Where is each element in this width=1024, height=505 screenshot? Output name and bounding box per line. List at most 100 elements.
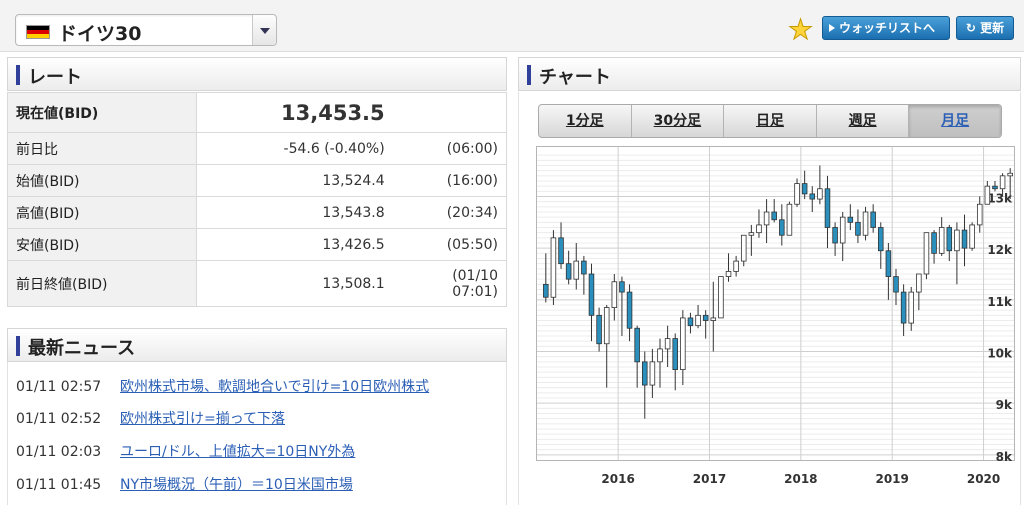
candle-body bbox=[687, 317, 694, 327]
candle-body bbox=[611, 281, 618, 308]
candle-body bbox=[908, 291, 914, 324]
candle-body bbox=[786, 203, 793, 236]
list-item: 01/11 02:03 ユーロ/ドル、上値拡大=10日NY外為 bbox=[16, 441, 355, 461]
rate-time: (01/10 07:01) bbox=[392, 260, 507, 307]
candle-body bbox=[619, 281, 625, 293]
news-link[interactable]: ユーロ/ドル、上値拡大=10日NY外為 bbox=[120, 444, 355, 460]
candle-body bbox=[832, 227, 838, 244]
rate-row-prev-close: 前日終値(BID) 13,508.1 (01/10 07:01) bbox=[6, 260, 507, 307]
candle-body bbox=[900, 291, 907, 324]
candle-body bbox=[862, 211, 869, 236]
refresh-label: 更新 bbox=[980, 21, 1005, 35]
candle-body bbox=[695, 314, 701, 327]
rate-label: 現在値(BID) bbox=[6, 92, 198, 133]
candle-body bbox=[969, 224, 975, 249]
candlestick-chart: 2016 2017 2018 2019 2020 8k 9k 10k 11k 12k 13k bbox=[536, 146, 1015, 486]
candle-body bbox=[725, 271, 732, 277]
candle-body bbox=[642, 361, 648, 386]
refresh-button[interactable]: ↻ 更新 bbox=[956, 16, 1014, 40]
news-link[interactable]: 欧州株式引け=揃って下落 bbox=[120, 411, 285, 427]
candle-body bbox=[603, 307, 610, 345]
header-accent-bar bbox=[16, 336, 20, 356]
rate-label: 前日比 bbox=[6, 132, 198, 165]
rate-time-line2: 07:01) bbox=[452, 283, 498, 300]
header-accent-bar bbox=[527, 65, 531, 85]
candle-body bbox=[771, 211, 777, 221]
candle-body bbox=[801, 183, 808, 195]
rate-time: (16:00) bbox=[392, 164, 507, 197]
watchlist-button[interactable]: ウォッチリストへ bbox=[822, 16, 950, 40]
candle-body bbox=[588, 273, 595, 316]
news-link[interactable]: NY市場概況（午前）＝10日米国市場 bbox=[120, 477, 353, 493]
rate-panel-header: レート bbox=[7, 57, 507, 91]
candle-body bbox=[870, 211, 876, 228]
candle-body bbox=[1007, 172, 1013, 177]
candle-body bbox=[954, 229, 960, 252]
news-time: 01/11 02:52 bbox=[16, 411, 102, 427]
news-title: 最新ニュース bbox=[28, 338, 136, 359]
candle-body bbox=[984, 185, 991, 205]
y-tick-label: 10k bbox=[987, 347, 1013, 361]
news-time: 01/11 02:03 bbox=[16, 444, 102, 460]
x-tick-label: 2018 bbox=[784, 472, 817, 486]
candle-body bbox=[756, 224, 762, 234]
instrument-select[interactable]: ドイツ30 bbox=[15, 14, 277, 46]
candle-body bbox=[878, 227, 884, 252]
candle-body bbox=[649, 361, 656, 386]
news-list: 01/11 02:57 欧州株式市場、軟調地合いで引け=10日欧州株式 01/11… bbox=[7, 362, 507, 505]
prev-close-value: 13,508.1 bbox=[196, 260, 393, 307]
rate-row-open: 始値(BID) 13,524.4 (16:00) bbox=[6, 164, 507, 197]
y-tick-label: 11k bbox=[987, 295, 1013, 309]
chevron-down-icon[interactable] bbox=[252, 15, 276, 45]
tab-weekly[interactable]: 週足 bbox=[817, 105, 910, 137]
chart-panel-header: チャート bbox=[518, 57, 1021, 91]
star-icon[interactable]: ★ bbox=[787, 15, 813, 44]
news-time: 01/11 02:57 bbox=[16, 379, 102, 395]
candle-body bbox=[931, 232, 937, 254]
rate-time bbox=[392, 92, 507, 133]
news-link[interactable]: 欧州株式市場、軟調地合いで引け=10日欧州株式 bbox=[120, 379, 429, 395]
candle-body bbox=[573, 260, 580, 280]
list-item: 01/11 01:45 NY市場概況（午前）＝10日米国市場 bbox=[16, 474, 353, 494]
candle-body bbox=[817, 188, 823, 200]
candle-body bbox=[824, 188, 831, 228]
candle-body bbox=[664, 338, 671, 350]
candle-body bbox=[839, 216, 846, 244]
candle-body bbox=[999, 175, 1006, 190]
chart-title: チャート bbox=[539, 67, 611, 88]
rate-time: (05:50) bbox=[392, 228, 507, 261]
candle-body bbox=[657, 348, 663, 363]
change-value: -54.6 (-0.40%) bbox=[196, 132, 393, 165]
rate-row-low: 安値(BID) 13,426.5 (05:50) bbox=[6, 228, 507, 261]
candle-body bbox=[710, 317, 717, 321]
tab-30min[interactable]: 30分足 bbox=[632, 105, 725, 137]
candle-body bbox=[543, 283, 549, 298]
candle-body bbox=[596, 314, 602, 345]
instrument-name: ドイツ30 bbox=[58, 23, 142, 45]
candle-body bbox=[885, 250, 892, 277]
rate-time-line1: (01/10 bbox=[452, 267, 498, 284]
list-item: 01/11 02:52 欧州株式引け=揃って下落 bbox=[16, 408, 285, 428]
news-time: 01/11 01:45 bbox=[16, 477, 102, 493]
rate-time: (06:00) bbox=[392, 132, 507, 165]
tab-monthly[interactable]: 月足 bbox=[909, 105, 1001, 137]
rate-time: (20:34) bbox=[392, 196, 507, 229]
rate-label: 安値(BID) bbox=[6, 228, 198, 261]
y-tick-label: 8k bbox=[996, 450, 1013, 464]
candle-body bbox=[946, 227, 953, 252]
rate-label: 始値(BID) bbox=[6, 164, 198, 197]
open-value: 13,524.4 bbox=[196, 164, 393, 197]
candle-body bbox=[923, 232, 930, 275]
candle-body bbox=[779, 219, 785, 236]
rate-title: レート bbox=[28, 67, 82, 88]
tab-1min[interactable]: 1分足 bbox=[539, 105, 632, 137]
rate-row-high: 高値(BID) 13,543.8 (20:34) bbox=[6, 196, 507, 229]
candle-body bbox=[992, 185, 998, 190]
candle-body bbox=[626, 291, 633, 329]
tab-daily[interactable]: 日足 bbox=[724, 105, 817, 137]
candle-body bbox=[581, 260, 587, 275]
candle-body bbox=[855, 221, 861, 236]
refresh-icon: ↻ bbox=[965, 21, 976, 35]
triangle-right-icon bbox=[829, 24, 835, 32]
x-tick-label: 2017 bbox=[693, 472, 726, 486]
